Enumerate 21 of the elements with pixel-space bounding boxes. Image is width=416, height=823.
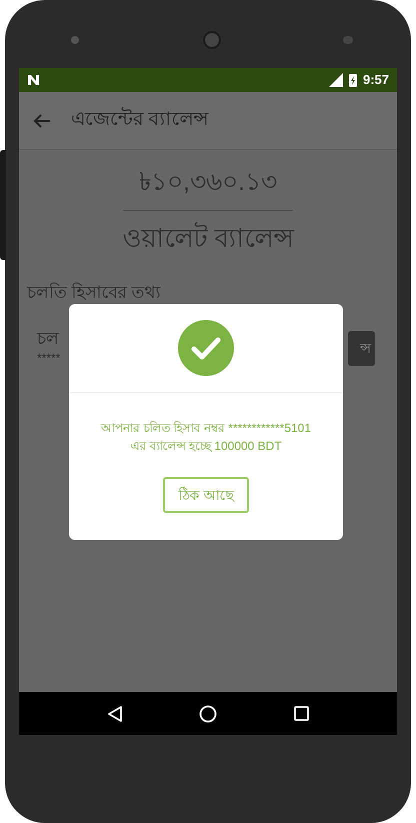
check-circle-icon bbox=[178, 320, 234, 376]
speaker-icon bbox=[71, 36, 79, 44]
battery-icon bbox=[348, 73, 357, 87]
app-bar-title: এজেন্টের ব্যালেন্স bbox=[71, 106, 208, 132]
account-number: ***** bbox=[37, 350, 60, 367]
recents-icon[interactable] bbox=[294, 706, 309, 721]
sensor-icon bbox=[343, 36, 353, 44]
back-arrow-icon[interactable] bbox=[33, 112, 51, 128]
wallet-label: ওয়ালেট ব্যালেন্স bbox=[122, 221, 294, 254]
status-time: 9:57 bbox=[362, 71, 389, 90]
account-label: চল bbox=[37, 329, 60, 349]
dialog-message: আপনার চলিত হিসাব নম্বর ************5101 এর ব্যালেন্স হচ্ছে 100000 BDT bbox=[100, 420, 312, 455]
notification-icon bbox=[27, 74, 40, 86]
section-heading: চলতি হিসাবের তথ্য bbox=[27, 282, 162, 304]
camera-icon bbox=[203, 31, 221, 49]
wallet-amount: ৳১০,৩৬০.১৩ bbox=[139, 167, 277, 198]
signal-icon bbox=[326, 73, 343, 87]
ok-button[interactable]: ঠিক আছে bbox=[162, 477, 250, 513]
back-icon[interactable] bbox=[107, 706, 124, 722]
home-icon[interactable] bbox=[199, 704, 218, 722]
balance-button[interactable]: ন্স bbox=[348, 330, 375, 366]
